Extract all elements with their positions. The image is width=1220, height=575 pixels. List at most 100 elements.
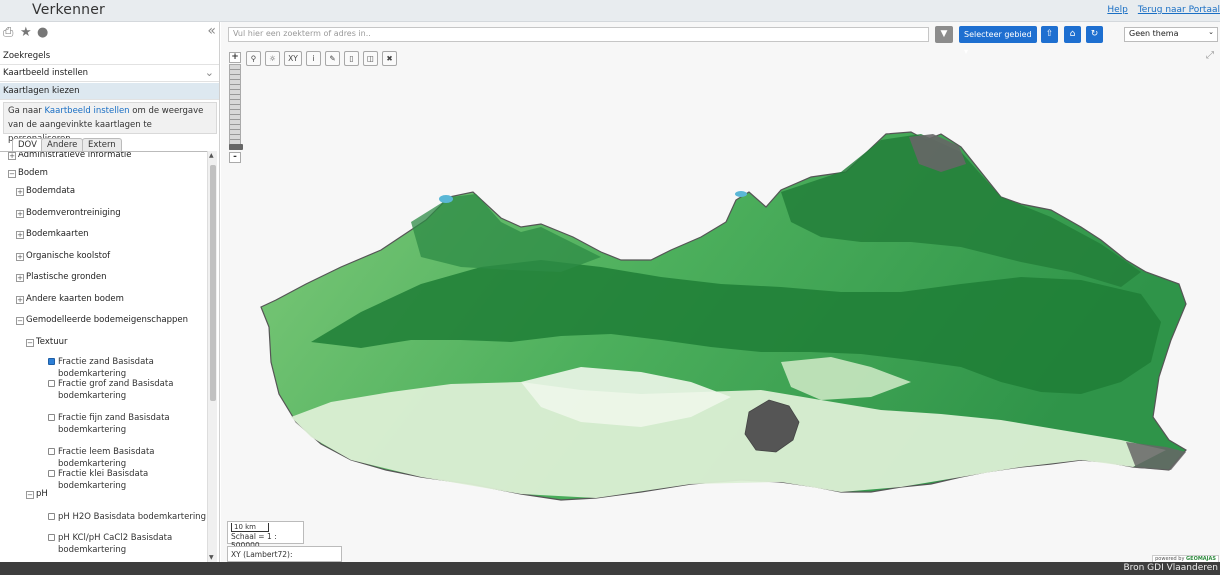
layer-item[interactable]: Fractie klei Basisdata bodemkartering xyxy=(48,468,207,492)
sidebar: ⎙ ★ ● « Zoekregels Kaartbeeld instellen … xyxy=(0,22,220,562)
layer-item[interactable]: pH KCl/pH CaCl2 Basisdata bodemkartering xyxy=(48,532,207,556)
tree-node-organische[interactable]: + Organische koolstof xyxy=(16,251,110,261)
layer-checkbox[interactable] xyxy=(48,358,55,365)
scrollbar-thumb[interactable] xyxy=(210,165,216,401)
xy-tool[interactable]: XY xyxy=(284,51,302,66)
select-area-button[interactable]: Selecteer gebied ▾ xyxy=(959,26,1037,56)
print-icon[interactable]: ⎙ xyxy=(3,26,13,40)
tab-andere[interactable]: Andere xyxy=(41,138,84,152)
layer-item[interactable]: Fractie grof zand Basisdata bodemkarteri… xyxy=(48,378,207,402)
globe-icon: ☼ xyxy=(269,54,276,63)
clear-icon: ✖ xyxy=(386,54,393,63)
scroll-up-icon[interactable]: ▲ xyxy=(209,152,214,159)
expand-icon[interactable]: + xyxy=(16,274,24,282)
tree-node-bodemverontreiniging[interactable]: + Bodemverontreiniging xyxy=(16,208,121,218)
collapse-icon[interactable]: − xyxy=(8,170,16,178)
tree-node-admin[interactable]: + Administratieve informatie xyxy=(8,152,132,160)
zoom-in-button[interactable]: + xyxy=(229,52,241,63)
tree-node-textuur[interactable]: − Textuur xyxy=(26,337,67,347)
collapse-sidebar-icon[interactable]: « xyxy=(207,23,216,39)
tree-node-andere[interactable]: + Andere kaarten bodem xyxy=(16,294,124,304)
tree-node-bodemdata[interactable]: + Bodemdata xyxy=(16,186,75,196)
layer-item[interactable]: Fractie zand Basisdata bodemkartering xyxy=(48,356,207,380)
water-area xyxy=(735,191,747,197)
layer-item[interactable]: Fractie leem Basisdata bodemkartering xyxy=(48,446,207,470)
tree-node-gemodelleerde[interactable]: − Gemodelleerde bodemeigenschappen xyxy=(16,315,188,325)
globe-tool[interactable]: ☼ xyxy=(265,51,280,66)
folder-tool[interactable]: ◫ xyxy=(363,51,378,66)
magnifier-icon: ⚲ xyxy=(250,54,257,63)
draw-tool[interactable]: ▯ xyxy=(344,51,359,66)
expand-icon[interactable]: + xyxy=(16,253,24,261)
clear-tool[interactable]: ✖ xyxy=(382,51,397,66)
top-bar: Verkenner Help Terug naar Portaal xyxy=(0,0,1220,22)
measure-tool[interactable]: ✎ xyxy=(325,51,340,66)
accordion-kaartbeeld[interactable]: Kaartbeeld instellen ⌄ xyxy=(0,65,219,82)
fullscreen-icon[interactable]: ⤢ xyxy=(1206,50,1214,61)
search-input[interactable]: Vul hier een zoekterm of adres in.. xyxy=(228,27,929,42)
tab-extern[interactable]: Extern xyxy=(82,138,122,152)
tree-node-label: Andere kaarten bodem xyxy=(26,294,124,304)
layer-checkbox[interactable] xyxy=(48,448,55,455)
footer-source: Bron GDI Vlaanderen xyxy=(1123,563,1218,573)
filter-button[interactable]: ▼ xyxy=(935,26,953,43)
info-box: Ga naar Kaartbeeld instellen om de weerg… xyxy=(3,102,217,144)
layer-checkbox[interactable] xyxy=(48,380,55,387)
powered-by-badge: powered by GEOMAJAS xyxy=(1152,555,1219,562)
portal-link[interactable]: Terug naar Portaal xyxy=(1138,5,1220,15)
accordion-kaartlagen[interactable]: Kaartlagen kiezen xyxy=(0,83,219,100)
help-link[interactable]: Help xyxy=(1107,5,1128,15)
top-links: Help Terug naar Portaal xyxy=(1097,5,1220,15)
map-panel[interactable]: Vul hier een zoekterm of adres in.. ▼ Se… xyxy=(221,22,1220,562)
layer-checkbox[interactable] xyxy=(48,513,55,520)
tree-node-label: Bodemverontreiniging xyxy=(26,208,121,218)
app-title: Verkenner xyxy=(32,2,105,18)
caret-down-icon: ▾ xyxy=(964,47,969,56)
layer-checkbox[interactable] xyxy=(48,534,55,541)
kaartbeeld-link[interactable]: Kaartbeeld instellen xyxy=(45,106,130,116)
home-button[interactable]: ⌂ xyxy=(1064,26,1081,43)
water-area xyxy=(439,195,453,203)
info-label: i xyxy=(312,54,315,63)
layer-item[interactable]: pH H2O Basisdata bodemkartering xyxy=(48,511,207,523)
zoom-out-button[interactable]: - xyxy=(229,152,241,163)
collapse-icon[interactable]: − xyxy=(26,339,34,347)
locate-button[interactable]: ⇧ xyxy=(1041,26,1058,43)
theme-select[interactable]: Geen thema ⌄ xyxy=(1124,27,1218,42)
info-tool[interactable]: i xyxy=(306,51,321,66)
tree-node-bodemkaarten[interactable]: + Bodemkaarten xyxy=(16,229,89,239)
expand-icon[interactable]: + xyxy=(16,296,24,304)
scroll-down-icon[interactable]: ▼ xyxy=(209,554,214,561)
expand-icon[interactable]: + xyxy=(16,210,24,218)
tree-node-label: Textuur xyxy=(36,337,68,347)
zoom-rail[interactable] xyxy=(229,64,243,150)
star-icon[interactable]: ★ xyxy=(20,26,32,40)
tree-scrollbar[interactable]: ▲ ▼ xyxy=(207,151,217,562)
zoom-in-tool[interactable]: ⚲ xyxy=(246,51,261,66)
select-area-label: Selecteer gebied xyxy=(964,30,1032,39)
accordion-zoekregels[interactable]: Zoekregels xyxy=(0,48,219,65)
tree-node-ph[interactable]: − pH xyxy=(26,489,48,499)
layer-item[interactable]: Fractie fijn zand Basisdata bodemkarteri… xyxy=(48,412,207,436)
zoom-slider[interactable]: + - xyxy=(229,52,243,164)
layer-label: Fractie grof zand Basisdata bodemkarteri… xyxy=(58,379,174,401)
chevron-down-icon: ⌄ xyxy=(1208,28,1214,36)
layer-checkbox[interactable] xyxy=(48,414,55,421)
collapse-icon[interactable]: − xyxy=(26,491,34,499)
expand-icon[interactable]: + xyxy=(8,152,16,160)
expand-icon[interactable]: + xyxy=(16,231,24,239)
scale-bar: 10 km xyxy=(231,523,269,532)
tree-node-bodem[interactable]: − Bodem xyxy=(8,168,48,178)
tree-node-plastische[interactable]: + Plastische gronden xyxy=(16,272,107,282)
zoom-knob[interactable] xyxy=(229,144,243,150)
chat-icon[interactable]: ● xyxy=(37,26,48,40)
flanders-soil-map[interactable] xyxy=(221,22,1220,562)
refresh-button[interactable]: ↻ xyxy=(1086,26,1103,43)
layer-label: pH KCl/pH CaCl2 Basisdata bodemkartering xyxy=(58,533,173,555)
expand-icon[interactable]: + xyxy=(16,188,24,196)
layer-checkbox[interactable] xyxy=(48,470,55,477)
collapse-icon[interactable]: − xyxy=(16,317,24,325)
double-chevron-down-icon: ⌄ xyxy=(204,66,214,79)
tree-node-label: Plastische gronden xyxy=(26,272,107,282)
layer-label: Fractie fijn zand Basisdata bodemkarteri… xyxy=(58,413,170,435)
